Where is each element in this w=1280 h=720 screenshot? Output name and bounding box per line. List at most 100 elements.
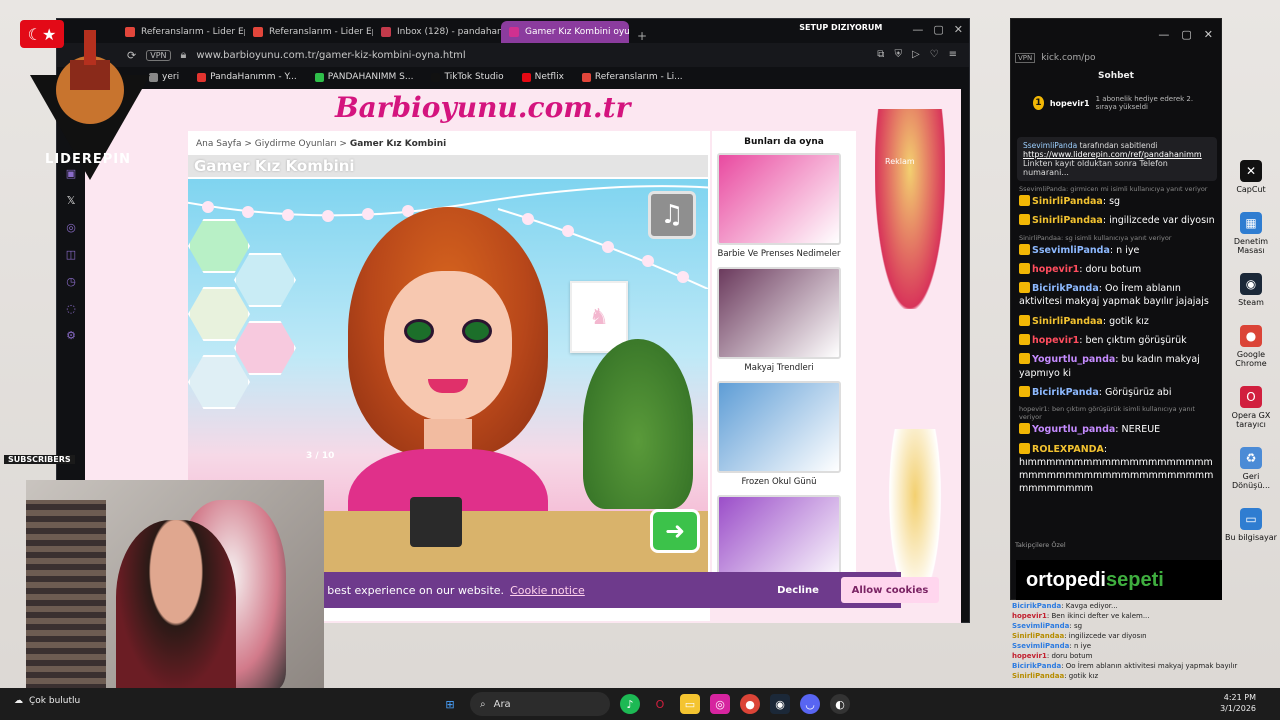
opera-gx-icon[interactable]: O (650, 694, 670, 714)
pinned-link[interactable]: https://www.liderepin.com/ref/pandahanim… (1023, 150, 1211, 159)
chat-message[interactable]: ROLEXPANDA: hımmmmmmmmmmmmmmmmmmmmmmmmmm… (1019, 442, 1219, 496)
desktop-shortcut-5[interactable]: ♻ Geri Dönüşü... (1224, 447, 1278, 490)
chat-message[interactable]: Yogurtlu_panda: NEREUE (1019, 423, 1219, 436)
bookmark-4[interactable]: Netflix (521, 72, 564, 82)
maximize-icon[interactable]: ▢ (1181, 28, 1191, 41)
chat-url: kick.com/po (1041, 53, 1096, 63)
eyeshadow-palette[interactable] (410, 497, 462, 547)
decline-cookies-button[interactable]: Decline (761, 578, 835, 602)
accessory-slot-glasses[interactable] (234, 321, 296, 375)
game-name[interactable]: Makyaj Trendleri (717, 363, 841, 373)
chat-icon[interactable]: ◌ (66, 302, 76, 315)
spotify-icon[interactable]: ♪ (620, 694, 640, 714)
heart-icon[interactable]: ♡ (930, 49, 939, 60)
chat-username[interactable]: SsevimliPanda (1032, 245, 1110, 256)
chat-message[interactable]: BicirikPanda: Oo İrem ablanın aktivitesi… (1019, 282, 1219, 309)
screenshot-icon[interactable]: ⧉ (877, 49, 884, 60)
chat-text: doru botum (1085, 263, 1142, 275)
desktop-shortcut-4[interactable]: O Opera GX tarayıcı (1224, 386, 1278, 429)
bookmark-1[interactable]: PandaHanımm - Y... (197, 72, 297, 82)
accessory-slot-unicorn[interactable] (188, 287, 250, 341)
clock[interactable]: 4:21 PM 3/1/2026 (1220, 692, 1256, 714)
chat-username[interactable]: ROLEXPANDA (1032, 444, 1104, 455)
game-thumbnail[interactable] (717, 267, 841, 359)
allow-cookies-button[interactable]: Allow cookies (841, 577, 939, 603)
maximize-icon[interactable]: ▢ (933, 23, 943, 36)
close-icon[interactable]: ✕ (954, 23, 963, 36)
suggested-game-0[interactable]: Barbie Ve Prenses Nedimeler (717, 153, 841, 259)
chat-message[interactable]: SinirliPandaa: gotik kız (1019, 314, 1219, 328)
music-toggle-button[interactable]: ♫ (648, 191, 696, 239)
address-actions: ⧉ ⛨ ▷ ♡ ≡ (877, 49, 957, 60)
url-field[interactable]: www.barbioyunu.com.tr/gamer-kiz-kombini-… (196, 50, 465, 61)
breadcrumb-category[interactable]: Giydirme Oyunları (255, 139, 337, 149)
minimize-icon[interactable]: — (912, 23, 923, 36)
history-icon[interactable]: ◷ (66, 275, 76, 288)
desktop-shortcut-1[interactable]: ▦ Denetim Masası (1224, 212, 1278, 255)
suggested-game-2[interactable]: Frozen Okul Günü (717, 381, 841, 487)
weather-widget[interactable]: ☁ Çok bulutlu (14, 696, 80, 706)
file-explorer-icon[interactable]: ▭ (680, 694, 700, 714)
desktop-shortcut-2[interactable]: ◉ Steam (1224, 273, 1278, 307)
chat-message[interactable]: SsevimliPanda: n iye (1019, 243, 1219, 257)
chat-username[interactable]: Yogurtlu_panda (1032, 424, 1115, 435)
chat-username[interactable]: SinirliPandaa (1032, 196, 1103, 207)
game-thumbnail[interactable] (717, 381, 841, 473)
close-icon[interactable]: ✕ (1204, 28, 1213, 41)
new-tab-button[interactable]: + (629, 29, 655, 43)
desktop-shortcut-0[interactable]: ✕ CapCut (1224, 160, 1278, 194)
start-icon[interactable]: ⊞ (440, 694, 460, 714)
chat-username[interactable]: BicirikPanda (1032, 283, 1099, 294)
game-thumbnail[interactable] (717, 153, 841, 245)
cookie-notice-link[interactable]: Cookie notice (510, 584, 585, 597)
overlay-username: SsevimliPanda (1012, 642, 1070, 650)
bookmark-5[interactable]: Referanslarım - Li... (581, 72, 683, 82)
bag-icon[interactable]: ◫ (66, 248, 76, 261)
chat-message[interactable]: hopevir1: doru botum (1019, 262, 1219, 276)
shield-icon[interactable]: ⛨ (894, 49, 902, 60)
chrome-icon[interactable]: ● (740, 694, 760, 714)
bookmark-favicon-icon (431, 72, 441, 82)
menu-icon[interactable]: ≡ (949, 49, 957, 60)
chat-text: NEREUE (1121, 424, 1161, 436)
chat-message[interactable]: Yogurtlu_panda: bu kadın makyaj yapmıyo … (1019, 353, 1219, 380)
bookmark-3[interactable]: TikTok Studio (431, 72, 504, 82)
tab-3[interactable]: Gamer Kız Kombini oyunu (501, 21, 629, 43)
instagram-icon[interactable]: ◎ (710, 694, 730, 714)
chat-username[interactable]: SinirliPandaa (1032, 316, 1103, 327)
steam-icon[interactable]: ◉ (770, 694, 790, 714)
game-name[interactable]: Frozen Okul Günü (717, 477, 841, 487)
tab-1[interactable]: Referanslarım - Lider Epin (245, 21, 373, 43)
suggested-game-1[interactable]: Makyaj Trendleri (717, 267, 841, 373)
chat-message[interactable]: SinirliPandaa: ingilizcede var diyosın (1019, 214, 1219, 227)
x-icon[interactable]: 𝕏 (67, 194, 76, 207)
minimize-icon[interactable]: — (1158, 28, 1169, 41)
taskbar: ☁ Çok bulutlu ⊞ ⌕ Ara ♪ O ▭ ◎ ● ◉ ◡ ◐ 4:… (0, 688, 1280, 720)
bookmark-2[interactable]: PANDAHANIMM S... (314, 72, 413, 82)
discord-icon[interactable]: ◡ (800, 694, 820, 714)
taskbar-search[interactable]: ⌕ Ara (470, 692, 610, 716)
chat-username[interactable]: BicirikPanda (1032, 387, 1099, 398)
chat-window-controls: — ▢ ✕ (1011, 19, 1221, 49)
chat-username[interactable]: Yogurtlu_panda (1032, 354, 1115, 365)
chat-username[interactable]: SinirliPandaa (1032, 215, 1103, 226)
game-name[interactable]: Barbie Ve Prenses Nedimeler (717, 249, 841, 259)
settings-icon[interactable]: ⚙ (66, 329, 76, 342)
chat-message[interactable]: hopevir1: ben çıktım görüşürük (1019, 334, 1219, 347)
chat-message[interactable]: SinirliPandaa: sg (1019, 195, 1219, 208)
chat-message[interactable]: BicirikPanda: Görüşürüz abi (1019, 385, 1219, 399)
desktop-shortcut-6[interactable]: ▭ Bu bilgisayar (1224, 508, 1278, 542)
accessory-slot-crown[interactable] (188, 355, 250, 409)
play-icon[interactable]: ▷ (912, 49, 920, 60)
breadcrumb-home[interactable]: Ana Sayfa (196, 139, 241, 149)
player-icon[interactable]: ◎ (66, 221, 76, 234)
site-logo[interactable]: Barbioyunu.com.tr (335, 91, 630, 124)
desktop-shortcut-3[interactable]: ● Google Chrome (1224, 325, 1278, 368)
obs-icon[interactable]: ◐ (830, 694, 850, 714)
reply-context: hopevir1: ben çıktım görüşürük isimli ku… (1019, 405, 1195, 422)
chat-url-bar[interactable]: VPN kick.com/po (1015, 51, 1219, 65)
next-step-button[interactable]: ➜ (650, 509, 700, 553)
chat-username[interactable]: hopevir1 (1032, 335, 1079, 346)
chat-username[interactable]: hopevir1 (1032, 264, 1079, 275)
tab-2[interactable]: Inbox (128) - pandahanim (373, 21, 501, 43)
